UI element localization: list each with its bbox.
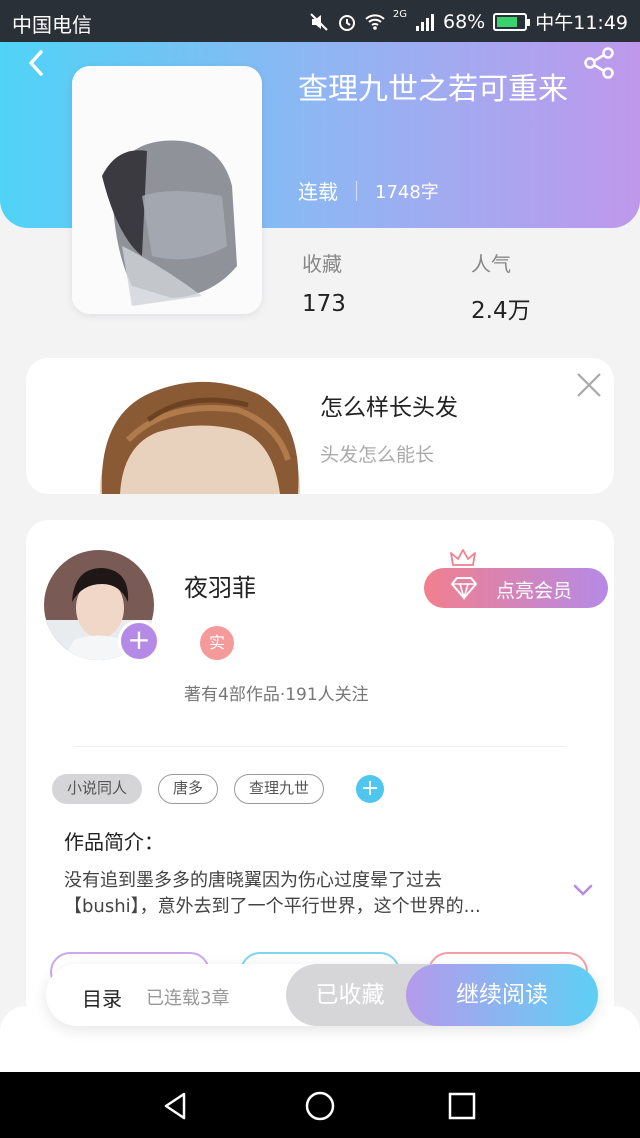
continue-reading-button[interactable]: 继续阅读 [406, 964, 598, 1026]
system-nav-bar [0, 1072, 640, 1138]
ad-image [100, 381, 300, 494]
meta-separator [356, 180, 357, 201]
stat-value: 2.4万 [471, 298, 531, 324]
stat-label: 人气 [471, 252, 511, 276]
cover-illustration [72, 66, 262, 314]
vip-button[interactable]: 点亮会员 [424, 568, 608, 608]
author-info: 著有4部作品·191人关注 [184, 685, 369, 705]
book-meta: 连载 1748字 [298, 176, 439, 205]
tag-list: 小说同人 唐多 查理九世 + [52, 774, 385, 804]
collected-label: 已收藏 [315, 982, 385, 1008]
battery-percent: 68% [443, 10, 486, 33]
action-bar: 目录 已连载3章 已收藏 继续阅读 [46, 964, 598, 1026]
stat-popularity: 人气 2.4万 [471, 248, 531, 325]
intro-line: 没有追到墨多多的唐晓翼因为伤心过度晕了过去 [64, 870, 442, 891]
status-icons: 2G 68% 中午11:49 [309, 8, 628, 35]
battery-icon [493, 12, 531, 31]
word-count: 1748字 [375, 181, 439, 203]
stat-label: 收藏 [302, 252, 342, 276]
back-icon[interactable] [22, 48, 52, 78]
intro-title: 作品简介： [64, 830, 164, 854]
signal-icon [416, 13, 434, 31]
author-name: 夜羽菲 [184, 574, 256, 602]
verified-badge: 实 [200, 626, 234, 660]
tag-item[interactable]: 小说同人 [52, 774, 143, 804]
intro-line: 【bushi】，意外去到了一个平行世界，这个世界的... [64, 896, 481, 917]
network-type: 2G [392, 9, 407, 20]
vip-button-label: 点亮会员 [496, 580, 573, 602]
book-status: 连载 [298, 180, 338, 204]
close-icon[interactable] [574, 370, 604, 400]
read-label: 继续阅读 [456, 982, 548, 1008]
divider [74, 746, 566, 747]
stat-favorites: 收藏 173 [302, 248, 346, 317]
chapter-count: 已连载3章 [146, 988, 230, 1009]
follow-plus-button[interactable]: + [118, 620, 160, 662]
book-cover[interactable] [72, 66, 262, 314]
toc-button[interactable]: 目录 [82, 983, 122, 1012]
carrier-label: 中国电信 [12, 13, 92, 37]
stat-value: 173 [302, 291, 346, 317]
book-title: 查理九世之若可重来 [298, 72, 568, 107]
tag-item[interactable]: 唐多 [158, 774, 219, 804]
ad-subtitle: 头发怎么能长 [320, 444, 435, 466]
nav-home-icon[interactable] [304, 1090, 336, 1122]
tag-item[interactable]: 查理九世 [234, 774, 325, 804]
alarm-icon [338, 14, 355, 31]
add-tag-button[interactable]: + [356, 775, 385, 803]
clock: 中午11:49 [535, 12, 628, 34]
diamond-icon [451, 577, 477, 600]
status-bar: 中国电信 2G 68% 中午11:49 [0, 0, 640, 42]
nav-recents-icon[interactable] [446, 1090, 478, 1122]
ad-title: 怎么样长头发 [320, 395, 458, 421]
intro-text: 没有追到墨多多的唐晓翼因为伤心过度晕了过去 【bushi】，意外去到了一个平行世… [64, 868, 534, 920]
nav-back-icon[interactable] [160, 1090, 192, 1122]
crown-icon [450, 549, 476, 566]
chevron-down-icon[interactable] [572, 882, 594, 898]
wifi-icon [365, 13, 385, 30]
ad-card[interactable]: 怎么样长头发 头发怎么能长 [26, 358, 614, 494]
mute-icon [310, 12, 328, 31]
